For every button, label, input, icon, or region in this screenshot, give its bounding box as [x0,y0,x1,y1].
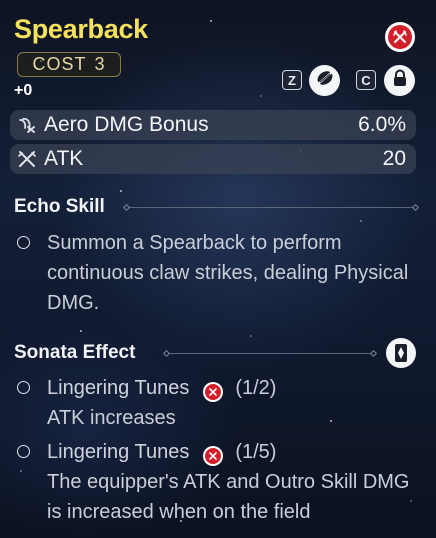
sonata-effect-heading: Sonata Effect [14,342,136,363]
sonata-badge-icon [203,382,224,402]
section-divider [162,349,378,357]
lock-icon [391,69,409,92]
bullet-icon [17,445,30,458]
stat-row-atk: ATK 20 [10,144,416,174]
stat-value: 20 [382,147,406,170]
sonata-effect-description: ATK increases [47,407,176,429]
echo-title: Spearback [14,14,148,44]
bullet-icon [17,381,30,394]
sonata-effect-count: (1/5) [235,441,277,463]
sonata-info-icon[interactable] [386,338,416,368]
sonata-effect-description: The equipper's ATK and Outro Skill DMG i… [47,471,410,523]
section-divider [122,203,420,211]
stat-row-aero-dmg: Aero DMG Bonus 6.0% [10,110,416,140]
discard-icon [315,68,335,93]
stat-name: ATK [44,147,84,170]
discard-key-hint: Z [282,70,302,90]
echo-skill-description: Summon a Spearback to perform continuous… [47,232,409,314]
echo-skill-heading: Echo Skill [14,196,105,217]
cost-value: 3 [94,54,106,74]
stat-name: Aero DMG Bonus [44,113,209,136]
discard-button[interactable] [309,65,340,96]
aero-dmg-icon [10,116,44,134]
sonata-effect-name: Lingering Tunes [47,441,190,463]
sonata-effect-name: Lingering Tunes [47,377,190,399]
lock-key-hint: C [356,70,376,90]
cost-label: COST [32,54,87,74]
sonata-effect-item: Lingering Tunes (1/5) The equipper's ATK … [47,437,427,527]
bullet-icon [17,236,30,249]
cost-badge: COST 3 [17,52,121,77]
atk-icon [10,149,44,169]
stat-value: 6.0% [358,113,406,136]
sonata-badge-icon [385,22,415,52]
sonata-badge-icon [203,446,224,466]
echo-level: +0 [14,82,33,99]
sonata-effect-count: (1/2) [235,377,277,399]
lock-button[interactable] [384,65,415,96]
sonata-effect-item: Lingering Tunes (1/2) ATK increases [47,373,417,433]
